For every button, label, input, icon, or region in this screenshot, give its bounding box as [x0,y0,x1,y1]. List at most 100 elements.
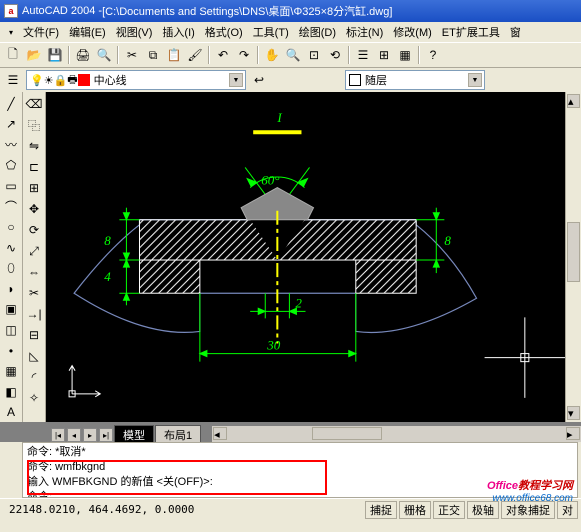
layer-dropdown[interactable]: 💡 ☀ 🔒 🖶 中心线 ▼ [26,70,246,90]
menu-file[interactable]: 文件(F) [18,22,64,42]
menu-modify[interactable]: 修改(M) [388,22,437,42]
layer-toolbar: ☰ 💡 ☀ 🔒 🖶 中心线 ▼ ↩ 随层 ▼ [0,68,581,92]
cursor-label: I [276,110,282,125]
chamfer-icon[interactable]: ◺ [24,346,44,366]
copy-icon[interactable]: ⧉ [143,45,163,65]
zoom-win-icon[interactable]: ⊡ [304,45,324,65]
rotate-icon[interactable]: ⟳ [24,220,44,240]
scroll-down-button[interactable]: ▾ [567,406,580,420]
layer-prev-icon[interactable]: ↩ [249,70,269,90]
trim-icon[interactable]: ✂ [24,283,44,303]
explode-icon[interactable]: ✧ [24,388,44,408]
scroll-up-button[interactable]: ▴ [567,94,580,108]
block-icon[interactable]: ◫ [1,320,21,340]
dim-angle: 60° [261,173,279,188]
stretch-icon[interactable]: ⇔ [24,262,44,282]
menu-insert[interactable]: 插入(I) [157,22,199,42]
tab-next-icon[interactable]: ▸ [83,428,97,442]
workarea: ╱ ↗ 〰 ⬠ ▭ ⌒ ○ ∿ ⬯ ◗ ▣ ◫ • ▦ ◧ A ⌫ ⿻ ⇋ ⊏ … [0,92,581,422]
polygon-icon[interactable]: ⬠ [1,156,21,176]
save-icon[interactable]: 💾 [45,45,65,65]
cut-icon[interactable]: ✂ [122,45,142,65]
layer-mgr-icon[interactable]: ☰ [3,70,23,90]
mirror-icon[interactable]: ⇋ [24,136,44,156]
app-icon: a [4,4,18,18]
preview-icon[interactable]: 🔍 [94,45,114,65]
scroll-thumb[interactable] [567,222,580,282]
help-icon[interactable]: ? [423,45,443,65]
dim-h1: 8 [104,233,111,248]
tab-first-icon[interactable]: |◂ [51,428,65,442]
chevron-down-icon: ▼ [229,73,243,87]
pan-icon[interactable]: ✋ [262,45,282,65]
offset-icon[interactable]: ⊏ [24,157,44,177]
ortho-button[interactable]: 正交 [433,501,465,519]
draw-toolbar: ╱ ↗ 〰 ⬠ ▭ ⌒ ○ ∿ ⬯ ◗ ▣ ◫ • ▦ ◧ A [0,92,23,422]
tab-model[interactable]: 模型 [114,425,154,442]
menu-dim[interactable]: 标注(N) [341,22,388,42]
tab-prev-icon[interactable]: ◂ [67,428,81,442]
tab-layout1[interactable]: 布局1 [155,425,201,442]
match-icon[interactable]: 🖌 [185,45,205,65]
hscrollbar[interactable]: ◂ ▸ [212,426,581,442]
hscroll-thumb[interactable] [312,427,382,440]
arc-icon[interactable]: ⌒ [1,197,21,217]
scroll-right-button[interactable]: ▸ [566,427,580,440]
color-dropdown[interactable]: 随层 ▼ [345,70,485,90]
menu-view[interactable]: 视图(V) [111,22,158,42]
layer-color-swatch [78,74,90,86]
insert-icon[interactable]: ▣ [1,300,21,320]
color-name: 随层 [365,72,387,88]
text-icon[interactable]: A [1,402,21,422]
dc-icon[interactable]: ⊞ [374,45,394,65]
xline-icon[interactable]: ↗ [1,115,21,135]
pline-icon[interactable]: 〰 [1,135,21,155]
point-icon[interactable]: • [1,341,21,361]
ellipse-arc-icon[interactable]: ◗ [1,279,21,299]
array-icon[interactable]: ⊞ [24,178,44,198]
print-icon[interactable]: 🖨 [73,45,93,65]
tab-last-icon[interactable]: ▸| [99,428,113,442]
redo-icon[interactable]: ↷ [234,45,254,65]
break-icon[interactable]: ⊟ [24,325,44,345]
menu-draw[interactable]: 绘图(D) [294,22,341,42]
copy2-icon[interactable]: ⿻ [24,115,44,135]
open-icon[interactable]: 📂 [24,45,44,65]
region-icon[interactable]: ◧ [1,382,21,402]
erase-icon[interactable]: ⌫ [24,94,44,114]
move-icon[interactable]: ✥ [24,199,44,219]
zoom-rt-icon[interactable]: 🔍 [283,45,303,65]
menu-format[interactable]: 格式(O) [200,22,248,42]
rect-icon[interactable]: ▭ [1,176,21,196]
menu-tools[interactable]: 工具(T) [248,22,294,42]
coords-readout: 22148.0210, 464.4692, 0.0000 [3,503,200,516]
sun-icon: ☀ [44,74,54,87]
menu-et[interactable]: ET扩展工具 [437,22,505,42]
menu-edit[interactable]: 编辑(E) [64,22,111,42]
title-prefix: AutoCAD 2004 - [22,5,102,17]
drawing-canvas[interactable]: I 60° [46,92,565,422]
properties-icon[interactable]: ☰ [353,45,373,65]
scroll-left-button[interactable]: ◂ [213,427,227,440]
line-icon[interactable]: ╱ [1,94,21,114]
modify-toolbar: ⌫ ⿻ ⇋ ⊏ ⊞ ✥ ⟳ ⤢ ⇔ ✂ →| ⊟ ◺ ◜ ✧ [23,92,46,422]
extend-icon[interactable]: →| [24,304,44,324]
circle-icon[interactable]: ○ [1,217,21,237]
hatch-icon[interactable]: ▦ [1,361,21,381]
paste-icon[interactable]: 📋 [164,45,184,65]
undo-icon[interactable]: ↶ [213,45,233,65]
zoom-prev-icon[interactable]: ⟲ [325,45,345,65]
snap-button[interactable]: 捕捉 [365,501,397,519]
dim-w1: 2 [295,295,302,310]
ellipse-icon[interactable]: ⬯ [1,259,21,279]
menu-window[interactable]: 窗 [505,22,526,42]
scale-icon[interactable]: ⤢ [24,241,44,261]
tool-palette-icon[interactable]: ▦ [395,45,415,65]
menu-handle[interactable]: ▾ [4,26,18,39]
vscrollbar[interactable]: ▴ ▾ [565,92,581,422]
new-icon[interactable]: 🗋 [3,45,23,65]
lock-icon: 🔒 [54,74,68,87]
fillet-icon[interactable]: ◜ [24,367,44,387]
grid-button[interactable]: 栅格 [399,501,431,519]
spline-icon[interactable]: ∿ [1,238,21,258]
